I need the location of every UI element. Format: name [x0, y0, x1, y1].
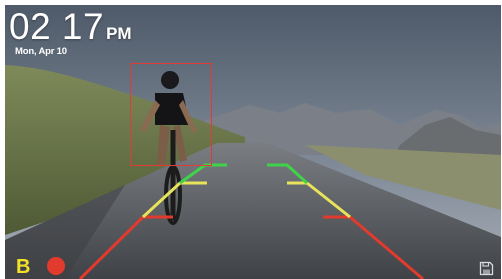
clock-date: Mon, Apr 10	[15, 46, 67, 57]
camera-frame: 02 17 PM Mon, Apr 10 B	[0, 0, 502, 279]
camera-view: 02 17 PM Mon, Apr 10 B	[5, 5, 501, 279]
record-dot-icon[interactable]	[47, 257, 65, 275]
save-disk-icon[interactable]	[479, 261, 494, 276]
clock-time: 02 17	[9, 6, 105, 47]
clock: 02 17 PM	[9, 6, 132, 48]
detection-box	[130, 63, 212, 166]
clock-ampm: PM	[106, 24, 132, 43]
mode-indicator: B	[16, 256, 31, 278]
